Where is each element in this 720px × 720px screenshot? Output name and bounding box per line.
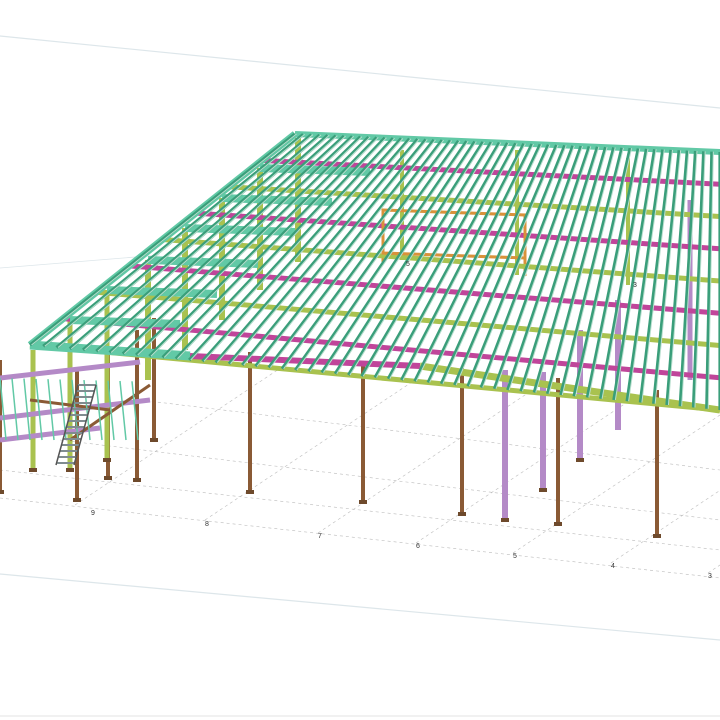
gridline-label-8: 8 [205, 521, 209, 528]
column-base-plate [73, 498, 81, 502]
column-base-plate [104, 476, 112, 480]
column-base-plate [29, 468, 37, 472]
3d-model-viewport[interactable]: 9 8 7 6 5 4 3 5 3 [0, 0, 720, 720]
column-base-plate [576, 458, 584, 462]
interior-mark-3: 3 [633, 282, 637, 289]
gridline-label-6: 6 [416, 543, 420, 550]
gridline-label-7: 7 [318, 533, 322, 540]
column-base-plate [359, 500, 367, 504]
floor-gridline [139, 399, 720, 471]
stair-stringer [55, 384, 79, 466]
gridline-label-5: 5 [513, 553, 517, 560]
structural-model[interactable]: 9 8 7 6 5 4 3 5 3 [0, 0, 720, 720]
mezzanine-joist [119, 380, 127, 441]
column-base-plate [66, 468, 74, 472]
column-base-plate [150, 438, 158, 442]
column-base-plate [501, 518, 509, 522]
floor-gridline [707, 564, 720, 574]
column-base-plate [0, 490, 4, 494]
roof-purlin-highlight [97, 135, 338, 352]
floor-gridline [415, 402, 627, 544]
column-base-plate [539, 488, 547, 492]
column-base-plate [458, 512, 466, 516]
column-base-plate [246, 490, 254, 494]
column-base-plate [133, 478, 141, 482]
roof-purlin [82, 134, 329, 352]
mezzanine-joist [35, 378, 43, 441]
roof-purlin-highlight [110, 135, 346, 353]
floor-gridline [610, 489, 720, 564]
gridline-label-3: 3 [708, 573, 712, 580]
floor-gridline [317, 392, 529, 534]
gridline-label-9: 9 [91, 510, 95, 517]
interior-mark-5: 5 [406, 261, 410, 268]
gridline-label-4: 4 [611, 563, 615, 570]
column-base-plate [653, 534, 661, 538]
floor-gridline [204, 379, 416, 521]
mezzanine-joist [11, 378, 19, 441]
floor-gridline [59, 439, 720, 521]
column-base-plate [103, 458, 111, 462]
roof-purlin [347, 141, 493, 376]
column-base-plate [554, 522, 562, 526]
mezzanine-joist [23, 378, 31, 441]
